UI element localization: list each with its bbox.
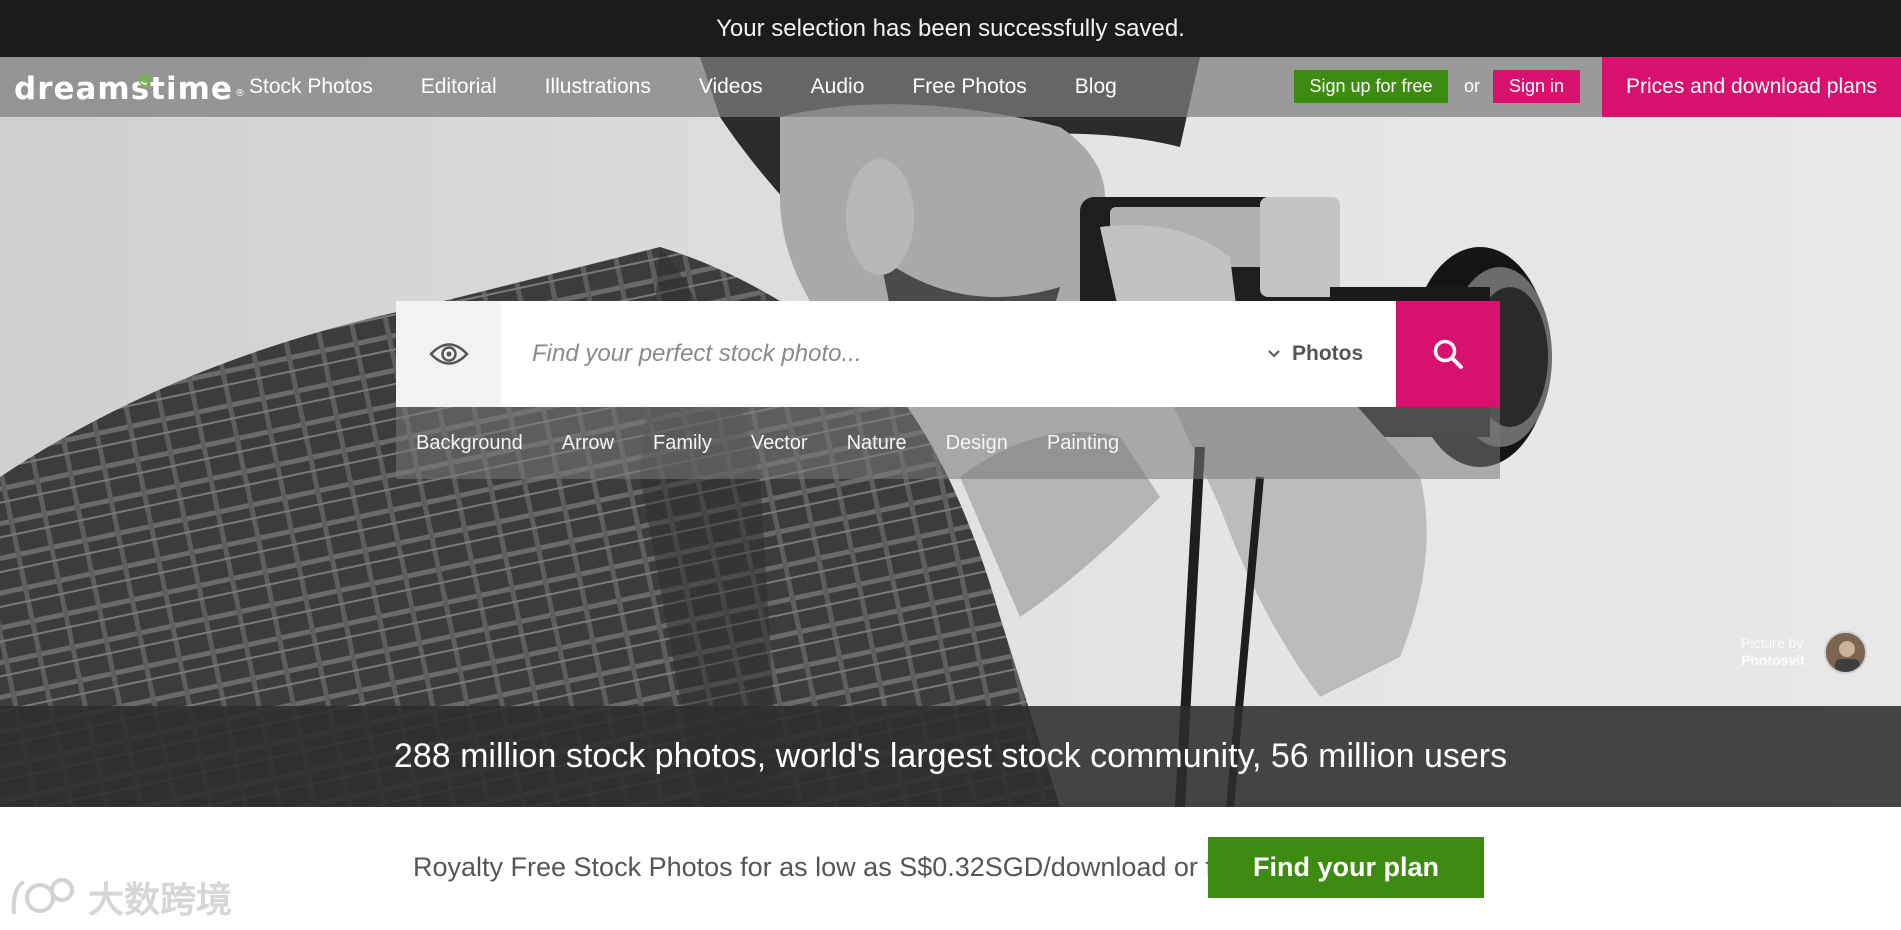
stats-text: 288 million stock photos, world's larges… bbox=[393, 737, 1508, 775]
nav-illustrations[interactable]: Illustrations bbox=[545, 75, 651, 99]
search-type-label: Photos bbox=[1292, 342, 1364, 365]
main-nav: Stock Photos Editorial Illustrations Vid… bbox=[249, 57, 1165, 117]
nav-editorial[interactable]: Editorial bbox=[421, 75, 497, 99]
signin-button[interactable]: Sign in bbox=[1493, 70, 1580, 103]
credit-author: Photosvit bbox=[1741, 652, 1805, 668]
nav-audio[interactable]: Audio bbox=[811, 75, 865, 99]
logo-registered: ® bbox=[234, 88, 246, 99]
logo-text: dreamstime bbox=[14, 71, 233, 107]
watermark-logo-icon bbox=[11, 878, 74, 915]
notice-text: Your selection has been successfully sav… bbox=[716, 14, 1185, 42]
tag-arrow[interactable]: Arrow bbox=[562, 432, 614, 455]
tag-family[interactable]: Family bbox=[653, 432, 712, 455]
success-notice: Your selection has been successfully sav… bbox=[0, 0, 1901, 57]
visual-search-button[interactable] bbox=[396, 301, 501, 407]
find-plan-button[interactable]: Find your plan bbox=[1208, 837, 1484, 898]
tag-nature[interactable]: Nature bbox=[847, 432, 907, 455]
author-avatar[interactable] bbox=[1824, 631, 1867, 674]
search-type-dropdown[interactable]: Photos bbox=[1268, 301, 1396, 407]
nav-blog[interactable]: Blog bbox=[1075, 75, 1117, 99]
search-icon bbox=[1433, 339, 1463, 369]
or-text: or bbox=[1464, 76, 1481, 96]
stats-banner: 288 million stock photos, world's larges… bbox=[0, 706, 1901, 807]
search-input[interactable] bbox=[501, 301, 1268, 407]
eye-icon bbox=[428, 343, 469, 365]
watermark-text: 大数跨境 bbox=[88, 880, 233, 921]
credit-line: Picture by bbox=[1741, 635, 1804, 651]
tag-vector[interactable]: Vector bbox=[751, 432, 808, 455]
search-bar: Photos bbox=[396, 301, 1500, 407]
prices-button[interactable]: Prices and download plans bbox=[1602, 57, 1901, 117]
photo-credit[interactable]: Picture by Photosvit bbox=[1741, 635, 1805, 669]
logo-swirl-icon bbox=[138, 73, 152, 87]
search-button[interactable] bbox=[1396, 301, 1500, 407]
nav-stock-photos[interactable]: Stock Photos bbox=[249, 75, 373, 99]
corner-watermark: 大数跨境 bbox=[10, 873, 232, 921]
popular-tags: Background Arrow Family Vector Nature De… bbox=[396, 407, 1500, 479]
nav-free-photos[interactable]: Free Photos bbox=[912, 75, 1026, 99]
dreamstime-logo[interactable]: dreamstime ® bbox=[14, 67, 246, 107]
tag-design[interactable]: Design bbox=[946, 432, 1008, 455]
nav-videos[interactable]: Videos bbox=[699, 75, 763, 99]
chevron-down-icon bbox=[1268, 350, 1280, 358]
signup-button[interactable]: Sign up for free bbox=[1294, 70, 1448, 103]
promo-text: Royalty Free Stock Photos for as low as … bbox=[413, 852, 1252, 882]
tag-background[interactable]: Background bbox=[416, 432, 523, 455]
tag-painting[interactable]: Painting bbox=[1047, 432, 1119, 455]
